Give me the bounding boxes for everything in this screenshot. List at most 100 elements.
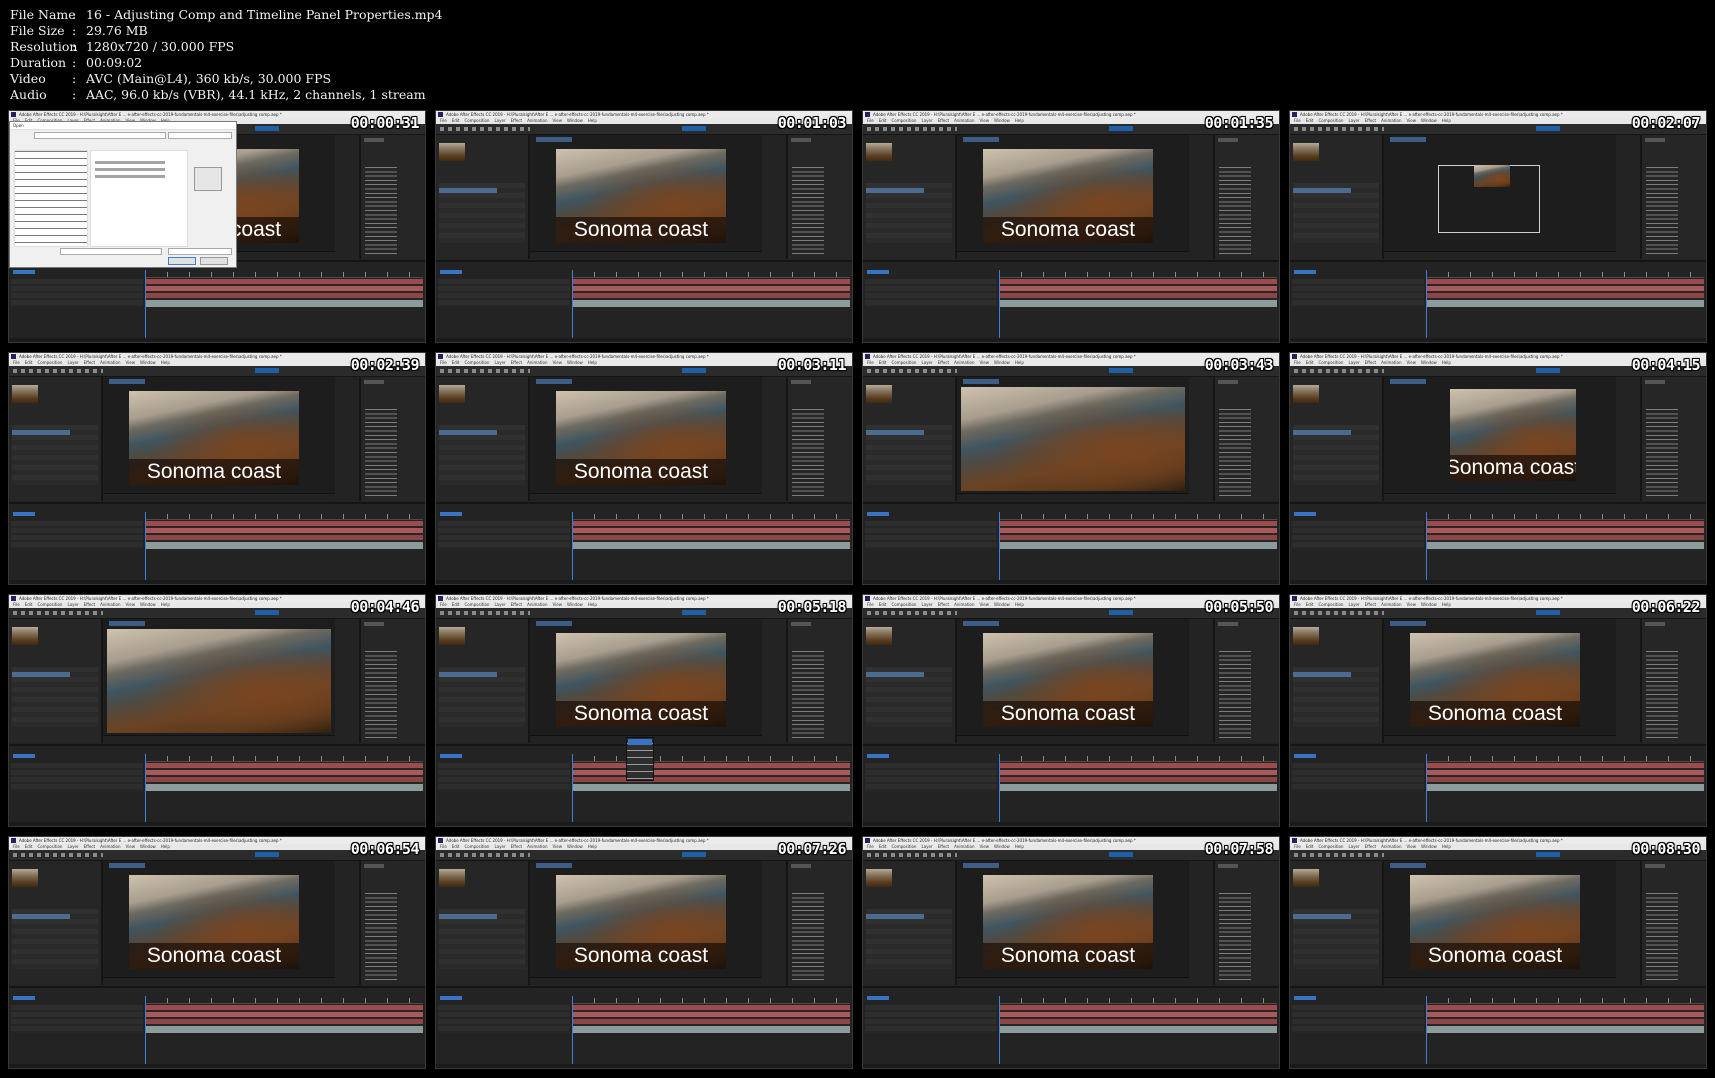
selected-project-item[interactable] bbox=[12, 672, 70, 677]
selected-project-item[interactable] bbox=[866, 672, 924, 677]
effects-presets-panel[interactable] bbox=[1640, 377, 1706, 501]
viewer-controls[interactable] bbox=[957, 735, 1189, 743]
open-file-dialog[interactable]: Open bbox=[9, 121, 237, 268]
selected-project-item[interactable] bbox=[12, 914, 70, 919]
effects-list[interactable] bbox=[1646, 651, 1678, 739]
current-time-display[interactable] bbox=[867, 512, 889, 516]
effects-presets-panel[interactable] bbox=[786, 135, 852, 259]
composition-frame[interactable]: Sonoma coast bbox=[1450, 389, 1576, 481]
timeline-panel[interactable] bbox=[436, 986, 852, 1068]
composition-viewer[interactable]: Sonoma coast bbox=[530, 377, 762, 501]
timeline-panel[interactable] bbox=[1290, 986, 1706, 1068]
tab-comp[interactable] bbox=[536, 379, 572, 384]
selected-project-item[interactable] bbox=[1293, 430, 1351, 435]
composition-viewer[interactable]: Sonoma coast bbox=[1384, 377, 1616, 501]
layer-list[interactable] bbox=[438, 279, 570, 307]
effects-list[interactable] bbox=[792, 651, 824, 739]
tab-comp[interactable] bbox=[963, 137, 999, 142]
time-ruler[interactable] bbox=[999, 272, 1277, 278]
tab-comp[interactable] bbox=[1390, 379, 1426, 384]
viewer-controls[interactable] bbox=[957, 251, 1189, 259]
layer-list[interactable] bbox=[11, 279, 143, 307]
tool-icons[interactable] bbox=[440, 127, 530, 131]
composition-frame[interactable] bbox=[107, 629, 331, 733]
project-panel[interactable] bbox=[863, 377, 957, 501]
effects-list[interactable] bbox=[792, 167, 824, 255]
workspace-tab[interactable] bbox=[255, 368, 279, 373]
layer-duration-bars[interactable] bbox=[999, 521, 1277, 549]
open-button[interactable] bbox=[168, 257, 196, 265]
current-time-indicator[interactable] bbox=[145, 754, 146, 822]
effects-presets-panel[interactable] bbox=[786, 377, 852, 501]
layer-list[interactable] bbox=[11, 763, 143, 791]
composition-viewer[interactable]: Sonoma coast bbox=[103, 861, 335, 985]
tab-comp[interactable] bbox=[963, 379, 999, 384]
time-ruler[interactable] bbox=[145, 998, 423, 1004]
viewer-controls[interactable] bbox=[1384, 251, 1616, 259]
project-panel[interactable] bbox=[1290, 619, 1384, 743]
composition-frame[interactable]: Sonoma coast bbox=[983, 875, 1153, 969]
workspace-tab[interactable] bbox=[682, 852, 706, 857]
workspace-tab[interactable] bbox=[1536, 368, 1560, 373]
time-ruler[interactable] bbox=[999, 514, 1277, 520]
tab-comp[interactable] bbox=[109, 863, 145, 868]
composition-viewer[interactable]: Sonoma coast bbox=[530, 135, 762, 259]
menu-item-highlighted[interactable] bbox=[628, 739, 652, 745]
tool-icons[interactable] bbox=[867, 853, 957, 857]
layer-list[interactable] bbox=[438, 763, 570, 791]
composition-viewer[interactable] bbox=[1384, 135, 1616, 259]
tab-comp[interactable] bbox=[536, 137, 572, 142]
layer-list[interactable] bbox=[865, 763, 997, 791]
layer-list[interactable] bbox=[1292, 763, 1424, 791]
selected-project-item[interactable] bbox=[1293, 914, 1351, 919]
selected-project-item[interactable] bbox=[12, 430, 70, 435]
tool-icons[interactable] bbox=[440, 369, 530, 373]
time-ruler[interactable] bbox=[1426, 272, 1704, 278]
layer-duration-bars[interactable] bbox=[1426, 763, 1704, 791]
workspace-tab[interactable] bbox=[1109, 368, 1133, 373]
current-time-display[interactable] bbox=[13, 270, 35, 274]
tool-icons[interactable] bbox=[440, 611, 530, 615]
effects-list[interactable] bbox=[792, 409, 824, 497]
project-panel[interactable] bbox=[436, 135, 530, 259]
tab-comp[interactable] bbox=[109, 379, 145, 384]
effects-presets-panel[interactable] bbox=[359, 377, 425, 501]
tool-icons[interactable] bbox=[1294, 611, 1384, 615]
file-type-select[interactable] bbox=[168, 248, 232, 255]
tab-comp[interactable] bbox=[536, 863, 572, 868]
composition-frame[interactable]: Sonoma coast bbox=[129, 391, 299, 485]
selected-project-item[interactable] bbox=[439, 430, 497, 435]
composition-viewer[interactable]: Sonoma coast bbox=[530, 861, 762, 985]
selected-project-item[interactable] bbox=[439, 672, 497, 677]
effects-presets-panel[interactable] bbox=[1213, 377, 1279, 501]
layer-duration-bars[interactable] bbox=[999, 1005, 1277, 1033]
effects-presets-panel[interactable] bbox=[1213, 861, 1279, 985]
list-item[interactable] bbox=[95, 175, 165, 178]
time-ruler[interactable] bbox=[145, 514, 423, 520]
address-bar[interactable] bbox=[34, 132, 166, 139]
dialog-search-input[interactable] bbox=[168, 132, 232, 139]
layer-duration-bars[interactable] bbox=[572, 763, 850, 791]
effects-list[interactable] bbox=[365, 893, 397, 981]
layer-list[interactable] bbox=[438, 521, 570, 549]
timeline-panel[interactable] bbox=[863, 744, 1279, 826]
project-panel[interactable] bbox=[9, 861, 103, 985]
viewer-controls[interactable] bbox=[957, 493, 1189, 501]
current-time-display[interactable] bbox=[440, 754, 462, 758]
tool-icons[interactable] bbox=[440, 853, 530, 857]
effects-list[interactable] bbox=[365, 409, 397, 497]
layer-duration-bars[interactable] bbox=[572, 279, 850, 307]
effects-list[interactable] bbox=[1646, 409, 1678, 497]
current-time-display[interactable] bbox=[440, 512, 462, 516]
time-ruler[interactable] bbox=[572, 272, 850, 278]
effects-list[interactable] bbox=[1219, 409, 1251, 497]
current-time-indicator[interactable] bbox=[572, 996, 573, 1064]
viewer-controls[interactable] bbox=[1384, 977, 1616, 985]
time-ruler[interactable] bbox=[145, 756, 423, 762]
layer-duration-bars[interactable] bbox=[1426, 1005, 1704, 1033]
viewer-controls[interactable] bbox=[1384, 735, 1616, 743]
viewer-controls[interactable] bbox=[530, 493, 762, 501]
folder-tree[interactable] bbox=[14, 150, 88, 247]
current-time-display[interactable] bbox=[867, 996, 889, 1000]
composition-frame[interactable] bbox=[961, 387, 1185, 491]
